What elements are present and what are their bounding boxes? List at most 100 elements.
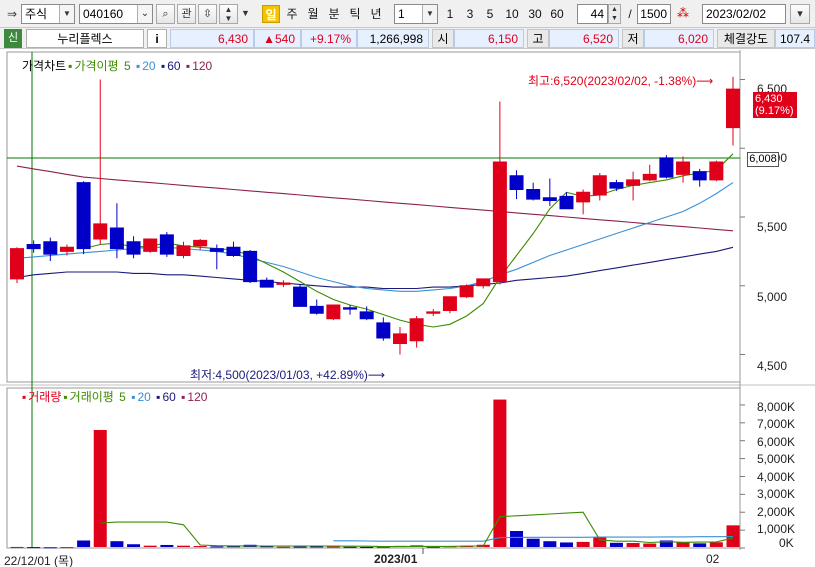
interval-select[interactable]: 1 ▼ — [394, 4, 438, 24]
period-year-button[interactable]: 년 — [367, 5, 385, 23]
period-month-button[interactable]: 월 — [304, 5, 322, 23]
candle-body — [509, 175, 524, 190]
dropdown-icon[interactable]: ▼ — [239, 4, 252, 24]
volume-bar — [526, 538, 540, 547]
candle-body — [259, 279, 274, 288]
candle-body — [309, 305, 324, 314]
candle-body — [43, 241, 58, 255]
candle-body — [576, 191, 591, 203]
date-select[interactable]: 2023/02/02 — [702, 4, 786, 24]
volume-bar — [360, 546, 374, 548]
volume-tick-1000k: 1,000K — [757, 522, 796, 536]
market-type-select[interactable]: 주식 ▼ — [21, 4, 75, 24]
candle-body — [243, 250, 258, 283]
date-value: 2023/02/02 — [706, 7, 767, 21]
stock-code-input[interactable]: 040160 ⌄ — [79, 4, 153, 24]
price-tick-4500: 4,500 — [757, 359, 788, 373]
candle-body — [626, 179, 641, 186]
grid-options-icon[interactable]: ⁂ — [674, 4, 692, 24]
volume-bar — [276, 546, 290, 548]
candle-body — [359, 311, 374, 320]
volume-tick-7000k: 7,000K — [757, 417, 796, 431]
candle-body — [659, 157, 674, 178]
quote-strip: 신 누리플렉스 i 6,430 ▲540 +9.17% 1,266,998 시 … — [0, 28, 815, 49]
volume-bar — [43, 547, 57, 549]
stock-chart[interactable]: 가격차트 ▪ 가격이평 5 ▪ 20 ▪ 60 ▪ 120 ▪ 거래량 ▪ 거래이평 5 ▪ 20… — [0, 50, 815, 567]
volume-tick-3000k: 3,000K — [757, 487, 796, 501]
trade-volume: 1,266,998 — [357, 29, 429, 48]
volume-bar — [609, 542, 623, 547]
candle-body — [442, 296, 457, 311]
volume-ma120-label: 120 — [187, 390, 208, 404]
scroll-icon[interactable]: ⇳ — [198, 4, 217, 24]
candle-body — [459, 285, 474, 298]
candle-body — [26, 244, 41, 250]
total-count-input[interactable]: 1500 — [637, 4, 671, 24]
volume-bar — [177, 545, 191, 547]
last-price-tag: 6,430 (9.17%) — [753, 92, 797, 118]
min-price-annotation: 최저:4,500(2023/01/03, +42.89%)⟶ — [190, 368, 386, 382]
candle-body — [343, 307, 358, 310]
period-minute-button[interactable]: 분 — [325, 5, 343, 23]
candle-body — [10, 248, 24, 280]
menu-arrow-icon[interactable]: ⇒ — [3, 5, 21, 25]
calendar-icon[interactable]: ▾ — [790, 4, 810, 24]
candle-body — [609, 182, 624, 189]
crosshair-value-tag: 6,008 — [747, 152, 779, 167]
volume-bar — [10, 546, 24, 548]
volume-bar — [60, 547, 74, 549]
volume-tick-4000k: 4,000K — [757, 470, 796, 484]
period-day-button[interactable]: 일 — [262, 5, 280, 23]
candle-body — [492, 161, 507, 283]
period-week-button[interactable]: 주 — [283, 5, 301, 23]
interval-value: 1 — [398, 7, 405, 21]
interval-3-button[interactable]: 3 — [462, 5, 478, 23]
display-count-input[interactable]: 44 — [577, 4, 608, 24]
volume-bar — [643, 543, 657, 547]
price-legend: 가격차트 ▪ 가격이평 5 ▪ 20 ▪ 60 ▪ 120 — [22, 59, 213, 73]
candle-body — [542, 197, 557, 201]
candle-body — [126, 241, 141, 255]
gwan-button[interactable]: 관 — [177, 4, 196, 24]
volume-tick-6000k: 6,000K — [757, 435, 796, 449]
price-tick-5000: 5,000 — [757, 290, 788, 304]
interval-10-button[interactable]: 10 — [502, 5, 522, 23]
volume-bar — [143, 545, 157, 547]
candle-body — [592, 175, 607, 196]
info-button[interactable]: i — [147, 29, 167, 48]
candle-body — [476, 278, 491, 287]
interval-60-button[interactable]: 60 — [547, 5, 567, 23]
chevron-down-icon[interactable]: ⌄ — [137, 5, 152, 23]
stock-name: 누리플렉스 — [26, 29, 144, 48]
candle-body — [176, 245, 191, 256]
volume-tick-2000k: 2,000K — [757, 505, 796, 519]
volume-bar — [326, 546, 340, 548]
interval-1-button[interactable]: 1 — [442, 5, 458, 23]
chevron-down-icon[interactable]: ▼ — [422, 5, 437, 23]
candle-body — [726, 88, 740, 129]
candle-body — [526, 189, 541, 200]
period-tick-button[interactable]: 틱 — [346, 5, 364, 23]
chevron-down-icon[interactable]: ▼ — [59, 5, 74, 23]
volume-bar — [626, 542, 640, 547]
low-label: 저 — [622, 29, 644, 48]
volume-bar — [160, 544, 174, 547]
price-ma-label: 가격이평 — [74, 59, 119, 73]
stepper-icon[interactable]: ▲ ▼ — [219, 4, 238, 24]
display-count-stepper[interactable]: ▲ ▼ — [608, 4, 621, 24]
volume-bar — [27, 547, 41, 549]
candle-body — [326, 304, 341, 320]
interval-5-button[interactable]: 5 — [482, 5, 498, 23]
volume-panel-frame — [6, 387, 741, 549]
search-icon[interactable]: ⌕ — [156, 4, 175, 24]
chart-canvas[interactable] — [0, 50, 815, 567]
volume-bar — [93, 429, 107, 547]
volume-ma-label: 거래이평 — [69, 390, 114, 404]
volume-ma60-label: 60 — [162, 390, 176, 404]
candle-body — [276, 282, 291, 285]
strength-label: 체결강도 — [717, 29, 775, 48]
candle-body — [209, 248, 224, 252]
interval-30-button[interactable]: 30 — [525, 5, 545, 23]
price-ma60-label: 60 — [167, 59, 181, 73]
volume-tick-5000k: 5,000K — [757, 452, 796, 466]
